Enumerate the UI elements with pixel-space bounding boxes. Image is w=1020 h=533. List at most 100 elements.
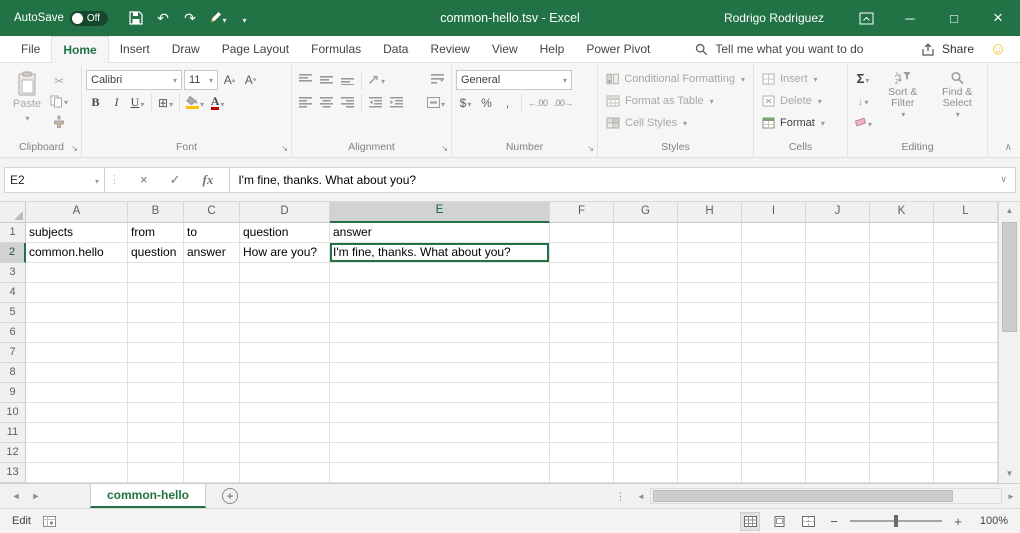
cell-A13[interactable] — [26, 463, 128, 483]
cell-A11[interactable] — [26, 423, 128, 443]
cell-K7[interactable] — [870, 343, 934, 363]
align-middle-button[interactable] — [317, 70, 336, 90]
tab-view[interactable]: View — [481, 36, 529, 62]
scroll-up-button[interactable]: ▲ — [999, 202, 1020, 220]
cell-B1[interactable]: from — [128, 223, 184, 243]
comma-style-button[interactable]: , — [498, 93, 517, 113]
cell-H9[interactable] — [678, 383, 742, 403]
cell-H11[interactable] — [678, 423, 742, 443]
enter-button[interactable]: ✓ — [170, 172, 181, 188]
find-select-button[interactable]: Find & Select — [932, 68, 983, 140]
cell-D4[interactable] — [240, 283, 330, 303]
cell-G7[interactable] — [614, 343, 678, 363]
row-header-4[interactable]: 4 — [0, 283, 26, 303]
borders-button[interactable]: ⊞ — [156, 93, 175, 113]
cell-F8[interactable] — [550, 363, 614, 383]
column-header-G[interactable]: G — [614, 202, 678, 223]
increase-indent-button[interactable] — [387, 93, 406, 113]
column-header-H[interactable]: H — [678, 202, 742, 223]
cell-G2[interactable] — [614, 243, 678, 263]
accounting-format-button[interactable]: $ — [456, 93, 475, 113]
cell-C13[interactable] — [184, 463, 240, 483]
increase-decimal-button[interactable]: ←.00 — [526, 93, 550, 113]
decrease-indent-button[interactable] — [366, 93, 385, 113]
cell-B11[interactable] — [128, 423, 184, 443]
cell-D11[interactable] — [240, 423, 330, 443]
cell-D2[interactable]: How are you? — [240, 243, 330, 263]
sheet-nav-left-button[interactable]: ◄ — [6, 491, 26, 501]
cell-A12[interactable] — [26, 443, 128, 463]
formula-bar-input[interactable]: I'm fine, thanks. What about you? — [230, 168, 992, 192]
cell-I4[interactable] — [742, 283, 806, 303]
cell-B12[interactable] — [128, 443, 184, 463]
cell-J10[interactable] — [806, 403, 870, 423]
vertical-scroll-track[interactable] — [999, 220, 1020, 465]
cell-H2[interactable] — [678, 243, 742, 263]
save-button[interactable] — [124, 5, 148, 31]
cell-A2[interactable]: common.hello — [26, 243, 128, 263]
cell-J6[interactable] — [806, 323, 870, 343]
italic-button[interactable]: I — [107, 93, 126, 113]
cell-D9[interactable] — [240, 383, 330, 403]
cell-K10[interactable] — [870, 403, 934, 423]
cell-E2[interactable]: I'm fine, thanks. What about you? — [330, 243, 550, 263]
cell-I2[interactable] — [742, 243, 806, 263]
cell-B4[interactable] — [128, 283, 184, 303]
sheet-nav-right-button[interactable]: ► — [26, 491, 46, 501]
cell-H12[interactable] — [678, 443, 742, 463]
cell-C7[interactable] — [184, 343, 240, 363]
cell-K2[interactable] — [870, 243, 934, 263]
vertical-scroll-thumb[interactable] — [1002, 222, 1017, 332]
cell-I6[interactable] — [742, 323, 806, 343]
cell-J1[interactable] — [806, 223, 870, 243]
align-top-button[interactable] — [296, 70, 315, 90]
cell-F4[interactable] — [550, 283, 614, 303]
column-header-E[interactable]: E — [330, 202, 550, 223]
row-header-9[interactable]: 9 — [0, 383, 26, 403]
new-sheet-button[interactable]: + — [222, 488, 238, 504]
cell-G13[interactable] — [614, 463, 678, 483]
ribbon-display-options-button[interactable] — [844, 0, 888, 36]
cell-L5[interactable] — [934, 303, 998, 323]
cell-L12[interactable] — [934, 443, 998, 463]
cell-L4[interactable] — [934, 283, 998, 303]
cell-G6[interactable] — [614, 323, 678, 343]
cell-C12[interactable] — [184, 443, 240, 463]
format-painter-button[interactable] — [48, 112, 70, 130]
cell-E1[interactable]: answer — [330, 223, 550, 243]
cell-L9[interactable] — [934, 383, 998, 403]
cell-A1[interactable]: subjects — [26, 223, 128, 243]
hscroll-right-button[interactable]: ► — [1002, 492, 1020, 501]
underline-button[interactable]: U — [128, 93, 147, 113]
undo-button[interactable]: ↶ — [151, 5, 175, 31]
clear-button[interactable] — [852, 112, 874, 133]
cell-B2[interactable]: question — [128, 243, 184, 263]
cell-E12[interactable] — [330, 443, 550, 463]
cell-K9[interactable] — [870, 383, 934, 403]
cell-H10[interactable] — [678, 403, 742, 423]
cell-D5[interactable] — [240, 303, 330, 323]
cell-G9[interactable] — [614, 383, 678, 403]
cell-L10[interactable] — [934, 403, 998, 423]
cell-J13[interactable] — [806, 463, 870, 483]
cancel-button[interactable]: × — [140, 172, 148, 187]
cell-F5[interactable] — [550, 303, 614, 323]
zoom-level[interactable]: 100% — [974, 515, 1008, 527]
vertical-scrollbar[interactable]: ▲ ▼ — [998, 202, 1020, 483]
cell-F13[interactable] — [550, 463, 614, 483]
cell-F9[interactable] — [550, 383, 614, 403]
cell-I5[interactable] — [742, 303, 806, 323]
cell-H4[interactable] — [678, 283, 742, 303]
font-color-button[interactable]: A — [208, 93, 227, 113]
cell-A3[interactable] — [26, 263, 128, 283]
cell-K3[interactable] — [870, 263, 934, 283]
autosave-toggle[interactable]: Off — [70, 11, 108, 26]
align-center-button[interactable] — [317, 93, 336, 113]
cell-D7[interactable] — [240, 343, 330, 363]
cell-C9[interactable] — [184, 383, 240, 403]
increase-font-size-button[interactable]: A — [220, 70, 239, 90]
cell-I9[interactable] — [742, 383, 806, 403]
collapse-ribbon-button[interactable]: ∧ — [1005, 142, 1012, 153]
formula-bar-expand-button[interactable]: ∨ — [992, 174, 1015, 185]
delete-cells-button[interactable]: Delete — [758, 90, 843, 112]
